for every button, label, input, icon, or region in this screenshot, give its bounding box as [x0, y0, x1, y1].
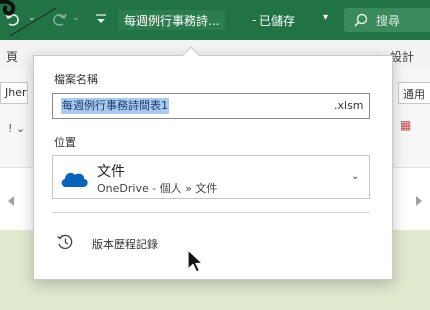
popup-divider	[52, 212, 370, 213]
tab-home[interactable]: 頁	[6, 48, 18, 65]
file-extension: .xlsm	[334, 99, 364, 112]
location-title: 文件	[97, 164, 125, 180]
version-history-label[interactable]: 版本歷程記錄	[92, 236, 158, 252]
save-status-caret-icon[interactable]: ▾	[323, 12, 328, 23]
history-icon	[57, 234, 73, 250]
scroll-right-icon[interactable]	[416, 196, 422, 206]
location-path: OneDrive - 個人 » 文件	[97, 182, 218, 195]
number-format-box[interactable]: 通用	[398, 82, 430, 104]
onedrive-cloud-icon	[61, 172, 88, 187]
ribbon-dropdown-caret[interactable]: ! ⌄	[8, 122, 25, 135]
scroll-left-icon[interactable]	[8, 196, 14, 206]
filename-label: 檔案名稱	[54, 73, 98, 86]
redo-dropdown-caret[interactable]: ⌄	[72, 13, 80, 23]
chevron-down-icon[interactable]: ⌄	[351, 171, 359, 182]
document-title[interactable]: 每週例行事務詩...	[118, 10, 226, 30]
search-box[interactable]: 搜尋	[344, 8, 430, 32]
conditional-format-icon[interactable]: ▦	[400, 118, 411, 132]
title-separator: -	[252, 13, 257, 27]
mouse-pointer-icon	[187, 249, 205, 273]
customize-toolbar-icon[interactable]	[94, 11, 108, 27]
search-icon	[354, 13, 368, 27]
search-placeholder: 搜尋	[376, 13, 401, 28]
save-status[interactable]: 已儲存	[259, 10, 295, 30]
filename-input-value[interactable]: 每週例行事務詩間表1	[61, 98, 169, 114]
font-name-box[interactable]: Jher	[0, 82, 28, 104]
tab-design[interactable]: 設計	[390, 48, 414, 65]
location-label: 位置	[54, 136, 76, 149]
